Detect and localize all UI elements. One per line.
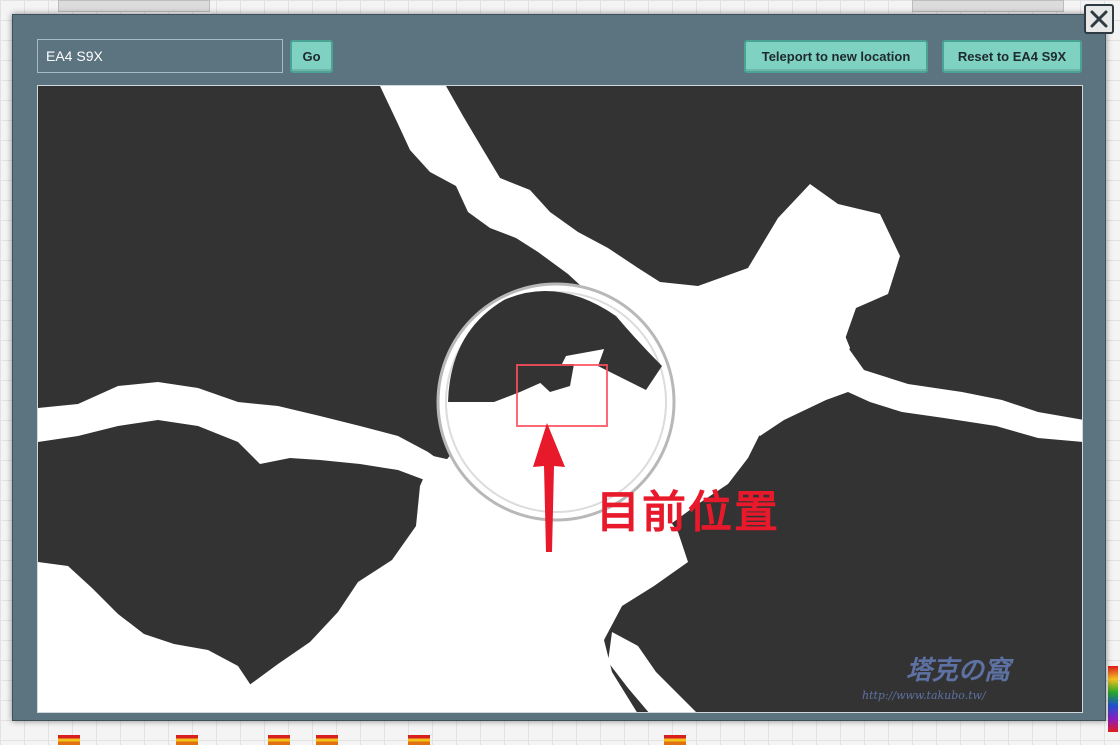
close-icon: [1090, 10, 1108, 28]
background-flag-icon: [664, 735, 686, 745]
teleport-button[interactable]: Teleport to new location: [744, 40, 928, 73]
location-code-input[interactable]: [37, 39, 283, 73]
background-flag-icon: [316, 735, 338, 745]
reset-location-button[interactable]: Reset to EA4 S9X: [942, 40, 1082, 73]
background-color-strip: [1108, 666, 1118, 732]
go-button[interactable]: Go: [290, 40, 333, 73]
close-button[interactable]: [1084, 4, 1114, 34]
background-flag-icon: [176, 735, 198, 745]
background-tab-strip-right: [912, 0, 1064, 12]
watermark-url: http://www.takubo.tw/: [862, 689, 986, 702]
site-watermark: 塔克の窩 http://www.takubo.tw/: [862, 650, 1011, 702]
current-location-label: 目前位置: [596, 487, 780, 538]
map-view[interactable]: [37, 85, 1083, 713]
background-flag-icon: [268, 735, 290, 745]
background-tab-strip: [58, 0, 210, 12]
background-flag-icon: [58, 735, 80, 745]
background-flag-icon: [408, 735, 430, 745]
watermark-title: 塔克の窩: [906, 656, 1011, 686]
map-canvas[interactable]: [38, 86, 1083, 713]
